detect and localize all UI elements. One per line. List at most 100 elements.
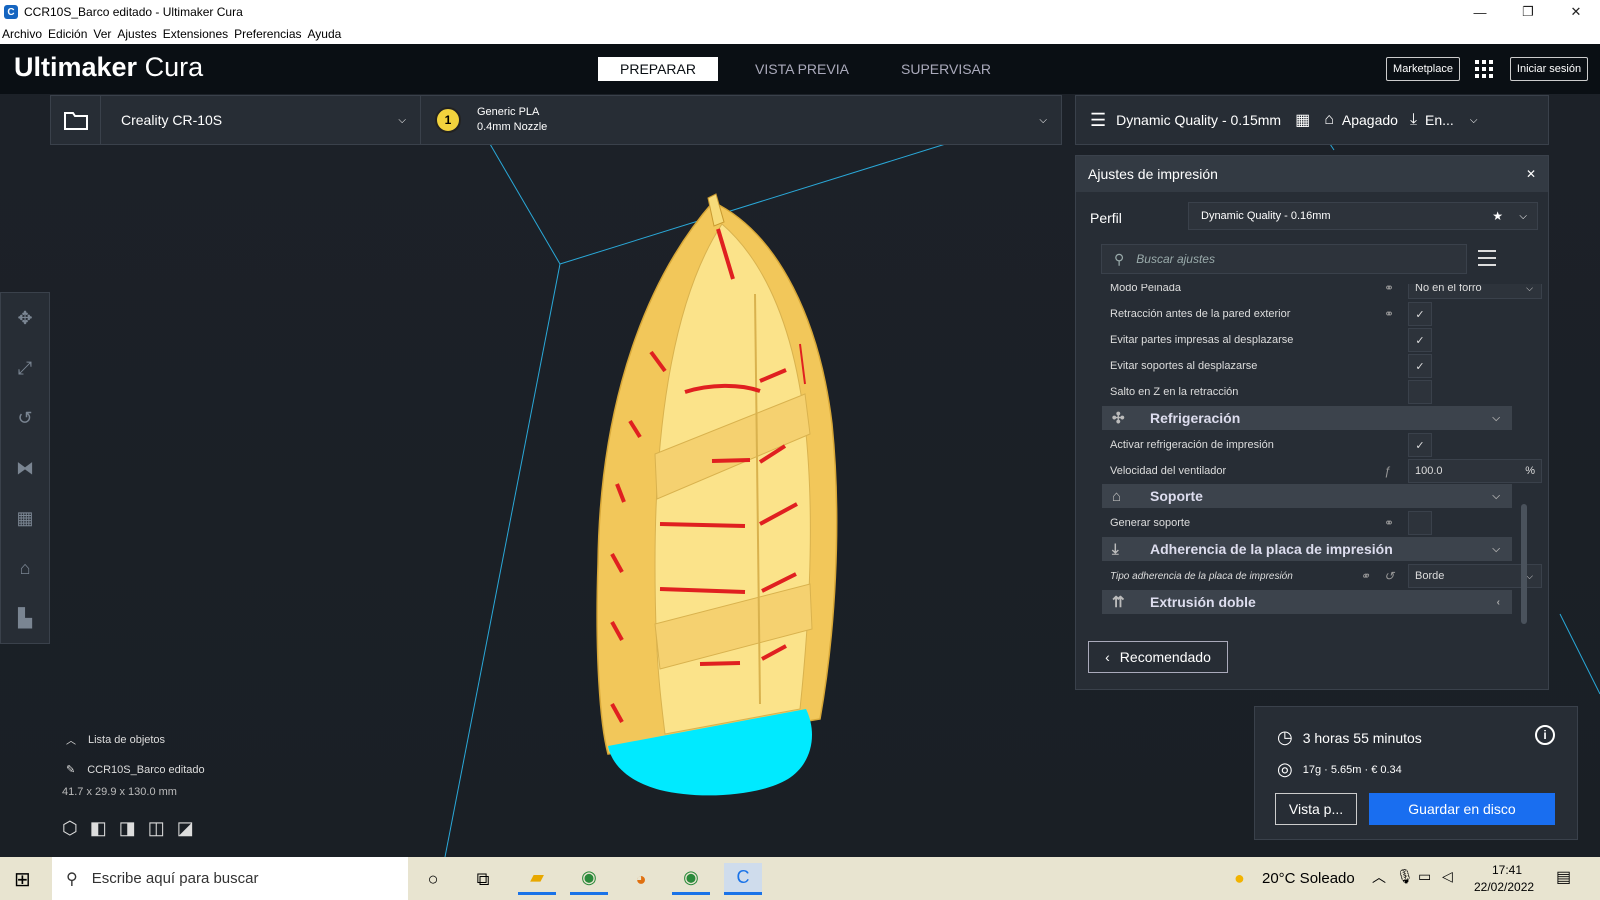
close-window-button[interactable]: ✕ <box>1552 0 1600 24</box>
menu-ajustes[interactable]: Ajustes <box>117 27 156 41</box>
gen-support-checkbox[interactable] <box>1408 511 1432 535</box>
category-cooling[interactable]: ✣ Refrigeración ⌵ <box>1102 406 1512 430</box>
z-hop-checkbox[interactable] <box>1408 380 1432 404</box>
category-adhesion[interactable]: ⤓ Adherencia de la placa de impresión ⌵ <box>1102 537 1512 561</box>
category-dual-extrusion[interactable]: ⇈ Extrusión doble ‹ <box>1102 590 1512 614</box>
setting-avoid-printed: Evitar partes impresas al desplazarse ✓ <box>1110 327 1510 353</box>
view-front-icon[interactable]: ◧ <box>90 818 107 839</box>
maximize-button[interactable]: ❐ <box>1504 0 1552 24</box>
cortana-icon[interactable]: ○ <box>414 863 452 895</box>
close-icon[interactable]: ✕ <box>1526 167 1536 181</box>
clock-date[interactable]: 22/02/2022 <box>1474 880 1534 894</box>
signin-button[interactable]: Iniciar sesión <box>1510 57 1588 81</box>
stage-tabs: PREPARAR VISTA PREVIA SUPERVISAR <box>598 57 1030 81</box>
taskbar-search-input[interactable]: ⚲ Escribe aquí para buscar <box>52 857 408 900</box>
support-summary: Apagado <box>1341 112 1398 128</box>
print-time-row: ◷ 3 horas 55 minutos <box>1277 727 1422 748</box>
view-left-icon[interactable]: ◫ <box>148 818 165 839</box>
info-icon[interactable]: i <box>1535 725 1555 745</box>
object-item[interactable]: ✎ CCR10S_Barco editado <box>66 763 205 777</box>
view-top-icon[interactable]: ◨ <box>119 818 136 839</box>
preview-button[interactable]: Vista p... <box>1275 793 1357 825</box>
material-dropdown[interactable]: 1 Generic PLA 0.4mm Nozzle ⌵ <box>421 96 1061 144</box>
apps-grid-icon[interactable] <box>1475 60 1493 78</box>
marketplace-button[interactable]: Marketplace <box>1386 57 1460 81</box>
setting-combing: Modo Peinada ⚭ No en el forro ⌵ <box>1110 284 1542 301</box>
task-view-icon[interactable]: ⧉ <box>464 863 502 895</box>
mirror-tool-icon[interactable]: ⧓ <box>1 443 49 493</box>
object-list: ︿ Lista de objetos ✎ CCR10S_Barco editad… <box>62 732 205 839</box>
printer-dropdown[interactable]: Creality CR-10S ⌵ <box>101 96 421 144</box>
file-explorer-icon[interactable]: ▰ <box>518 863 556 895</box>
rotate-tool-icon[interactable]: ↺ <box>1 393 49 443</box>
minimize-button[interactable]: — <box>1456 0 1504 24</box>
setting-gen-support: Generar soporte ⚭ <box>1110 510 1510 536</box>
tab-vista-previa[interactable]: VISTA PREVIA <box>742 57 862 81</box>
chrome-icon[interactable]: ◉ <box>570 863 608 895</box>
save-to-disk-button[interactable]: Guardar en disco <box>1369 793 1555 825</box>
fan-speed-input[interactable]: 100.0% <box>1408 459 1542 483</box>
open-file-button[interactable] <box>51 96 101 144</box>
combing-dropdown[interactable]: No en el forro ⌵ <box>1408 284 1542 299</box>
settings-list[interactable]: Modo Peinada ⚭ No en el forro ⌵ Retracció… <box>1076 284 1550 624</box>
support-blocker-icon[interactable]: ⌂ <box>1 543 49 593</box>
profile-dropdown[interactable]: Dynamic Quality - 0.16mm ★ ⌵ <box>1188 202 1538 230</box>
profile-row: Perfil Dynamic Quality - 0.16mm ★ ⌵ <box>1076 202 1550 234</box>
notifications-icon[interactable]: ▤ <box>1556 867 1571 887</box>
cura-taskbar-icon[interactable]: Ϲ <box>724 863 762 895</box>
star-icon[interactable]: ★ <box>1492 209 1503 223</box>
menu-ayuda[interactable]: Ayuda <box>308 27 342 41</box>
adhesion-icon: ⤓ <box>1409 111 1418 128</box>
move-tool-icon[interactable]: ✥ <box>1 293 49 343</box>
battery-icon[interactable]: ▭ <box>1418 868 1431 885</box>
enable-cooling-checkbox[interactable]: ✓ <box>1408 433 1432 457</box>
settings-scrollbar[interactable] <box>1521 504 1527 624</box>
chevron-up-icon[interactable]: ︿ <box>1372 867 1386 887</box>
settings-menu-icon[interactable] <box>1478 250 1496 266</box>
reset-icon[interactable]: ↺ <box>1384 569 1394 583</box>
retract-outer-checkbox[interactable]: ✓ <box>1408 302 1432 326</box>
chevron-down-icon: ⌵ <box>398 114 406 126</box>
view-right-icon[interactable]: ◪ <box>177 818 194 839</box>
view-3d-icon[interactable]: ⬡ <box>62 818 78 839</box>
menu-preferencias[interactable]: Preferencias <box>234 27 301 41</box>
volume-icon[interactable]: ◁ <box>1442 868 1453 885</box>
search-settings-input[interactable]: ⚲ Buscar ajustes <box>1101 244 1467 274</box>
microphone-icon[interactable]: 🎙 <box>1396 868 1414 885</box>
menu-ver[interactable]: Ver <box>93 27 111 41</box>
tab-supervisar[interactable]: SUPERVISAR <box>886 57 1006 81</box>
nozzle-size: 0.4mm Nozzle <box>477 121 548 133</box>
chevron-left-icon: ‹ <box>1496 596 1500 608</box>
tab-preparar[interactable]: PREPARAR <box>598 57 718 81</box>
setting-adhesion-type: Tipo adherencia de la placa de impresión… <box>1110 563 1542 589</box>
chevron-down-icon: ⌵ <box>1492 412 1500 424</box>
sun-icon: ● <box>1234 868 1245 888</box>
windows-taskbar: ⊞ ⚲ Escribe aquí para buscar ○ ⧉ ▰ ◉ ◕ ◉… <box>0 857 1600 900</box>
avoid-supports-checkbox[interactable]: ✓ <box>1408 354 1432 378</box>
chevron-down-icon: ⌵ <box>1519 210 1527 222</box>
recommended-button[interactable]: ‹ Recomendado <box>1088 641 1228 673</box>
ultimaker-cura-logo: Ultimaker Cura <box>14 52 204 82</box>
chrome-icon-2[interactable]: ◉ <box>672 863 710 895</box>
blender-icon[interactable]: ◕ <box>622 863 660 895</box>
print-settings-bar[interactable]: ☰ Dynamic Quality - 0.15mm ▦ ⌂ Apagado ⤓… <box>1075 95 1549 145</box>
category-support[interactable]: ⌂ Soporte ⌵ <box>1102 484 1512 508</box>
scale-tool-icon[interactable]: ⤢ <box>1 343 49 393</box>
measure-tool-icon[interactable]: ▙ <box>1 593 49 643</box>
per-model-settings-icon[interactable]: ▦ <box>1 493 49 543</box>
chevron-left-icon: ‹ <box>1105 649 1110 665</box>
print-settings-panel: Ajustes de impresión ✕ Perfil Dynamic Qu… <box>1075 155 1549 690</box>
link-icon: ⚭ <box>1360 569 1371 583</box>
spool-icon: ◎ <box>1277 759 1293 779</box>
object-list-toggle[interactable]: ︿ Lista de objetos <box>66 732 205 748</box>
setting-avoid-supports: Evitar soportes al desplazarse ✓ <box>1110 353 1510 379</box>
avoid-printed-checkbox[interactable]: ✓ <box>1408 328 1432 352</box>
menu-archivo[interactable]: Archivo <box>2 27 42 41</box>
link-icon: ⚭ <box>1384 284 1395 295</box>
menu-edicion[interactable]: Edición <box>48 27 87 41</box>
profile-value: Dynamic Quality - 0.16mm <box>1201 210 1331 222</box>
clock-time[interactable]: 17:41 <box>1492 863 1522 877</box>
menu-extensiones[interactable]: Extensiones <box>163 27 228 41</box>
profile-label: Perfil <box>1090 210 1122 226</box>
windows-start-icon[interactable]: ⊞ <box>14 867 31 892</box>
